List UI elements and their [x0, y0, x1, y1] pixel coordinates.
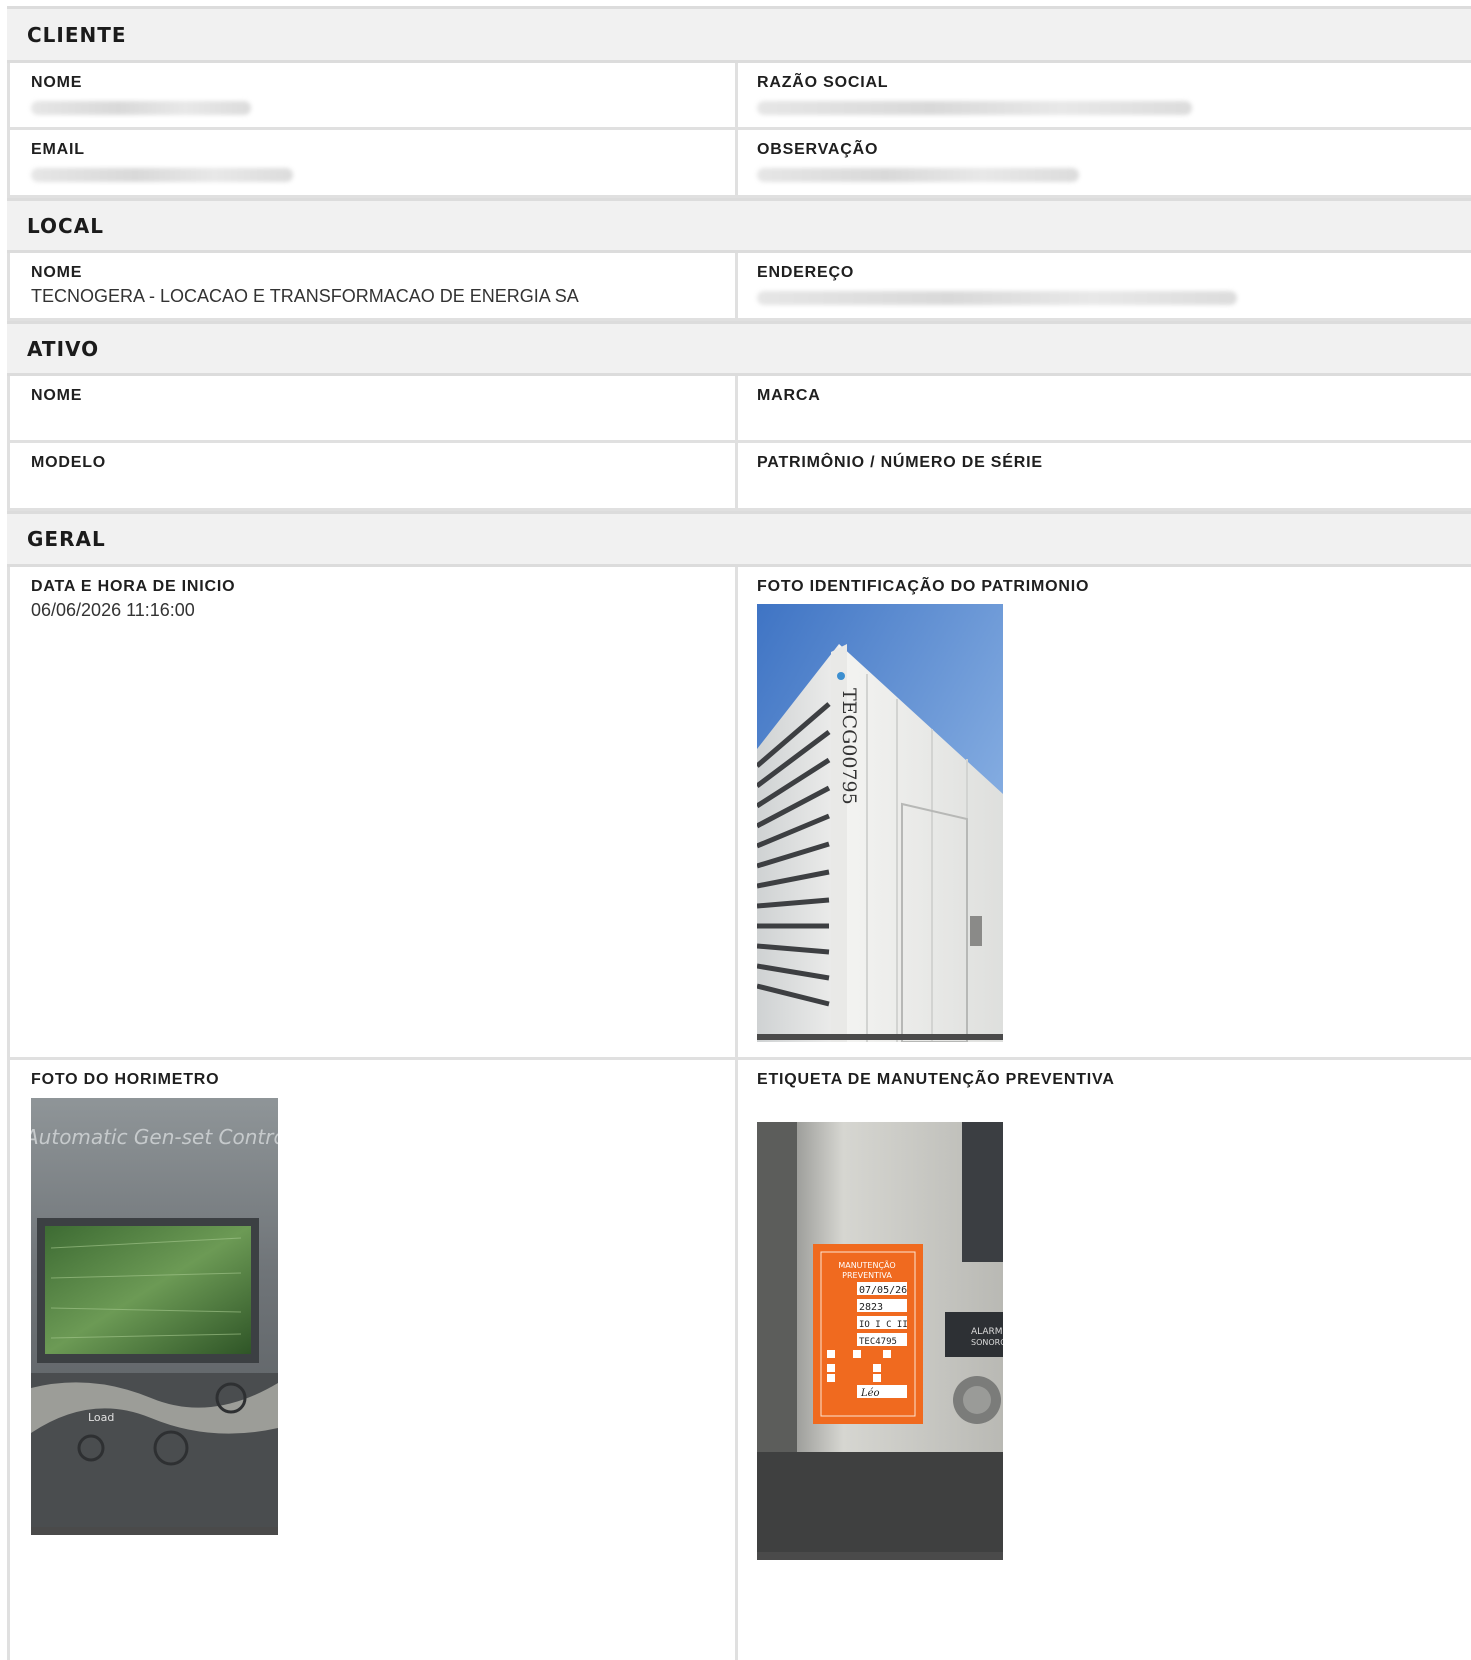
- field-label: NOME: [31, 387, 83, 404]
- label-title-2: PREVENTIVA: [842, 1271, 892, 1280]
- redacted-value: [757, 101, 1192, 115]
- field-value: 06/06/2026 11:16:00: [31, 600, 195, 620]
- field-label: EMAIL: [31, 141, 85, 158]
- ativo-patrimonio-cell: PATRIMÔNIO / NÚMERO DE SÉRIE: [738, 443, 1471, 508]
- label-photo-image: ALARME SONORO MANUTENÇÃO PREVENTIVA 07/0…: [757, 1122, 1003, 1560]
- geral-row-1: DATA E HORA DE INICIO 06/06/2026 11:16:0…: [7, 567, 1471, 1060]
- container-id-text: TECG00795: [838, 688, 860, 805]
- geral-foto-patrimonio-cell: FOTO IDENTIFICAÇÃO DO PATRIMONIO TECG007…: [738, 567, 1471, 1057]
- field-label: FOTO DO HORIMETRO: [31, 1071, 220, 1088]
- section-cliente-header: CLIENTE: [7, 6, 1471, 63]
- field-label: ENDEREÇO: [757, 264, 855, 281]
- field-label: NOME: [31, 74, 83, 91]
- patrimonio-photo[interactable]: TECG00795: [757, 604, 1003, 1042]
- local-nome-cell: NOME TECNOGERA - LOCACAO E TRANSFORMACAO…: [7, 253, 738, 318]
- section-title: CLIENTE: [27, 22, 127, 47]
- label-resp: Léo: [860, 1388, 880, 1399]
- section-title: ATIVO: [27, 336, 100, 361]
- field-label: MODELO: [31, 454, 107, 471]
- field-value: TECNOGERA - LOCACAO E TRANSFORMACAO DE E…: [31, 286, 579, 306]
- etiqueta-photo[interactable]: ALARME SONORO MANUTENÇÃO PREVENTIVA 07/0…: [757, 1122, 1003, 1560]
- field-label: NOME: [31, 264, 83, 281]
- field-label: PATRIMÔNIO / NÚMERO DE SÉRIE: [757, 454, 1043, 471]
- label-date: 07/05/26: [859, 1285, 907, 1296]
- horimetro-photo[interactable]: Automatic Gen-set Controller Load: [31, 1098, 278, 1535]
- redacted-value: [757, 291, 1237, 305]
- field-label: ETIQUETA DE MANUTENÇÃO PREVENTIVA: [757, 1071, 1115, 1088]
- alarm-label-2: SONORO: [971, 1338, 1003, 1347]
- section-ativo-header: ATIVO: [7, 321, 1471, 376]
- alarm-label-1: ALARME: [971, 1327, 1003, 1337]
- ativo-row-2: MODELO PATRIMÔNIO / NÚMERO DE SÉRIE: [7, 443, 1471, 511]
- field-label: MARCA: [757, 387, 821, 404]
- cliente-row-1: NOME RAZÃO SOCIAL: [7, 63, 1471, 130]
- local-row: NOME TECNOGERA - LOCACAO E TRANSFORMACAO…: [7, 253, 1471, 321]
- cliente-obs-cell: OBSERVAÇÃO: [738, 130, 1471, 195]
- field-label: DATA E HORA DE INICIO: [31, 578, 236, 595]
- label-plan: IO I C II: [859, 1320, 908, 1330]
- cliente-nome-cell: NOME: [7, 63, 738, 127]
- controller-brand-text: Automatic Gen-set Controller: [31, 1125, 278, 1149]
- redacted-value: [757, 168, 1079, 182]
- section-title: LOCAL: [27, 213, 104, 238]
- geral-row-2: FOTO DO HORIMETRO Automatic Gen-set Cont…: [7, 1060, 1471, 1660]
- redacted-value: [31, 101, 251, 115]
- field-label: FOTO IDENTIFICAÇÃO DO PATRIMONIO: [757, 578, 1090, 595]
- cliente-email-cell: EMAIL: [7, 130, 738, 195]
- ativo-modelo-cell: MODELO: [7, 443, 738, 508]
- load-button-label: Load: [88, 1411, 114, 1424]
- field-label: OBSERVAÇÃO: [757, 141, 879, 158]
- redacted-value: [31, 168, 293, 182]
- label-hours: 2823: [859, 1302, 883, 1313]
- label-title-1: MANUTENÇÃO: [838, 1260, 895, 1270]
- section-local-header: LOCAL: [7, 198, 1471, 253]
- label-patrimonio: TEC4795: [859, 1337, 897, 1347]
- geral-inicio-cell: DATA E HORA DE INICIO 06/06/2026 11:16:0…: [7, 567, 738, 1057]
- ativo-row-1: NOME MARCA: [7, 376, 1471, 443]
- geral-horimetro-cell: FOTO DO HORIMETRO Automatic Gen-set Cont…: [7, 1060, 738, 1660]
- field-label: RAZÃO SOCIAL: [757, 74, 889, 91]
- container-photo-image: TECG00795: [757, 604, 1003, 1042]
- geral-etiqueta-cell: ETIQUETA DE MANUTENÇÃO PREVENTIVA ALARM …: [738, 1060, 1471, 1660]
- cliente-row-2: EMAIL OBSERVAÇÃO: [7, 130, 1471, 198]
- section-geral-header: GERAL: [7, 511, 1471, 567]
- section-title: GERAL: [27, 527, 106, 551]
- local-endereco-cell: ENDEREÇO: [738, 253, 1471, 318]
- cliente-razao-cell: RAZÃO SOCIAL: [738, 63, 1471, 127]
- ativo-nome-cell: NOME: [7, 376, 738, 440]
- report-sheet: CLIENTE NOME RAZÃO SOCIAL EMAIL OBSERVAÇ…: [7, 6, 1471, 1660]
- controller-photo-image: Automatic Gen-set Controller Load: [31, 1098, 278, 1535]
- ativo-marca-cell: MARCA: [738, 376, 1471, 440]
